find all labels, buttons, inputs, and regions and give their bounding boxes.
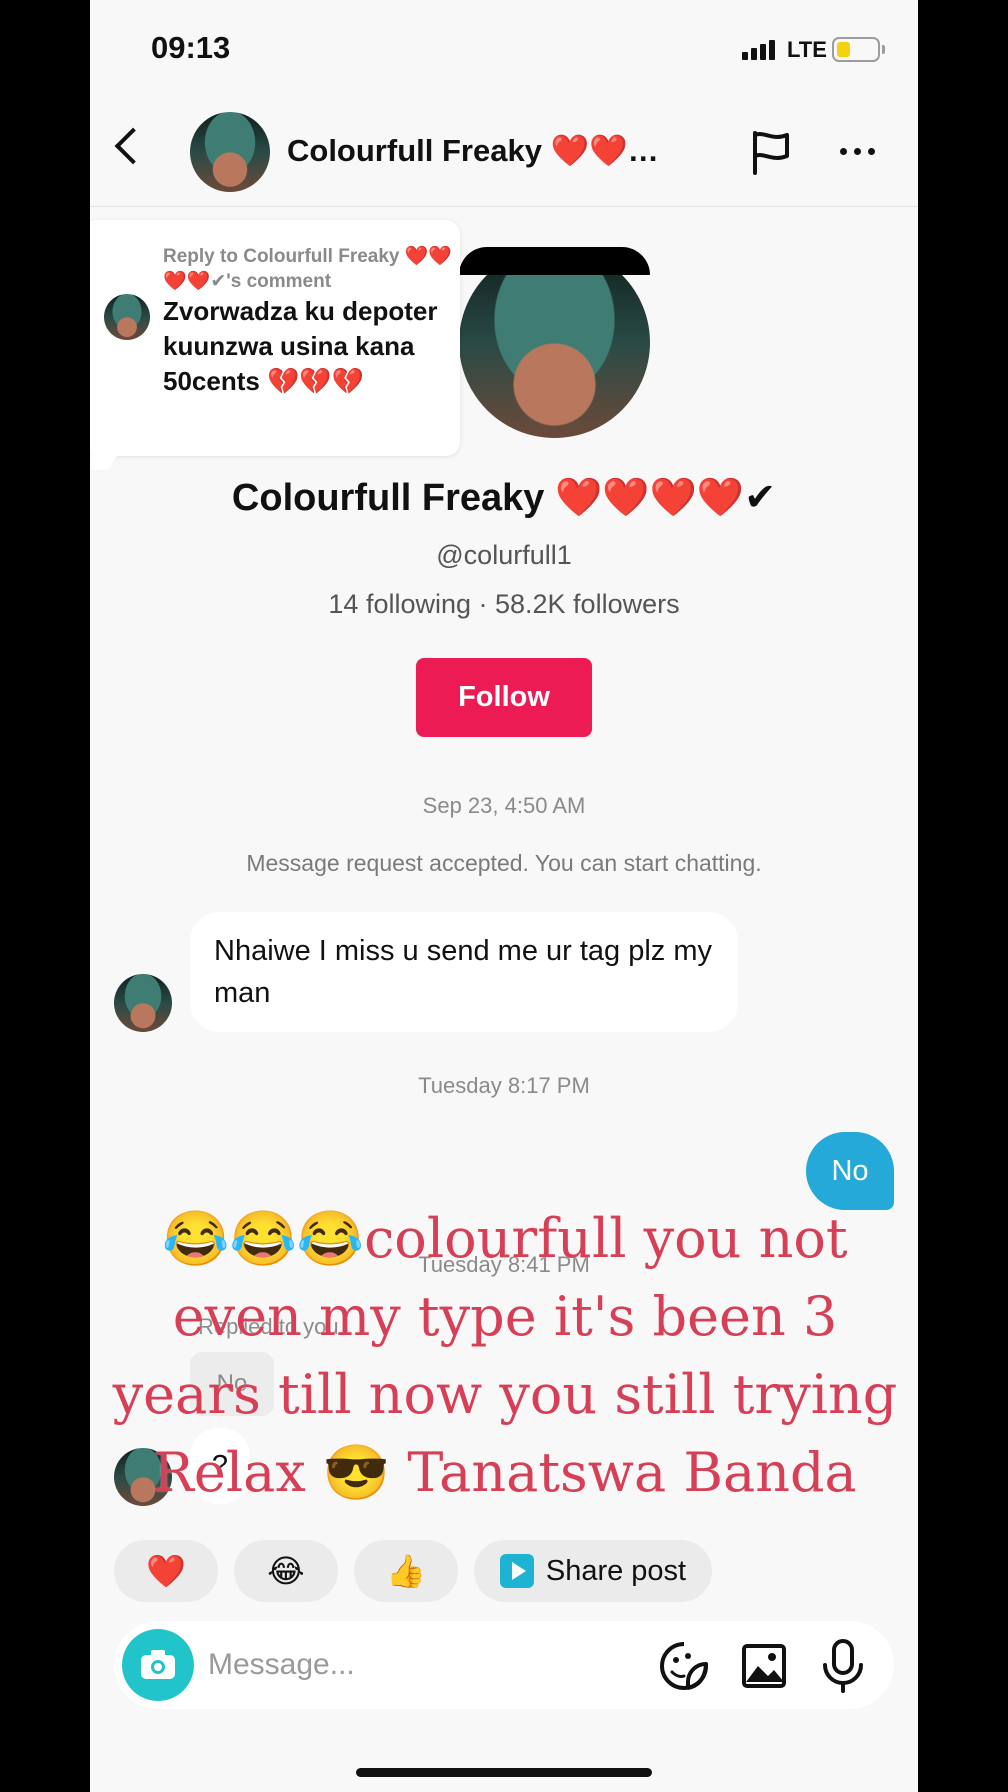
timestamp: Tuesday 8:17 PM bbox=[418, 1073, 590, 1098]
profile-handle: @colurfull1 bbox=[436, 540, 572, 570]
reply-card-avatar bbox=[104, 294, 150, 340]
reply-card-tail bbox=[90, 444, 124, 470]
microphone-icon[interactable] bbox=[820, 1638, 866, 1699]
reply-card-comment: Zvorwadza ku depoter kuunzwa usina kana … bbox=[163, 296, 438, 396]
sender-avatar[interactable] bbox=[114, 974, 172, 1032]
header-avatar[interactable] bbox=[190, 112, 270, 192]
sticker-icon[interactable] bbox=[658, 1640, 710, 1697]
back-button[interactable] bbox=[114, 127, 152, 165]
flag-icon[interactable] bbox=[750, 130, 792, 181]
profile-picture[interactable] bbox=[459, 247, 650, 438]
timestamp: Sep 23, 4:50 AM bbox=[422, 793, 586, 818]
profile-name: Colourfull Freaky ❤️❤️❤️❤️✔ bbox=[231, 477, 777, 519]
reaction-heart-button[interactable]: ❤️ bbox=[114, 1540, 218, 1602]
camera-button[interactable] bbox=[122, 1629, 194, 1701]
follow-button[interactable]: Follow bbox=[416, 658, 592, 737]
message-input[interactable] bbox=[208, 1639, 508, 1691]
outgoing-message[interactable]: No bbox=[806, 1132, 894, 1210]
more-icon[interactable] bbox=[840, 148, 875, 155]
play-icon bbox=[499, 1554, 534, 1588]
share-post-button[interactable]: Share post bbox=[474, 1540, 712, 1602]
reaction-laugh-button[interactable]: 😂 bbox=[234, 1540, 338, 1602]
reaction-thumbs-up-button[interactable]: 👍 bbox=[354, 1540, 458, 1602]
reply-card-meta: Reply to Colourfull Freaky ❤️❤️❤️❤️✔'s c… bbox=[163, 246, 453, 292]
overlay-caption: 😂😂😂colourfull you not even my type it's … bbox=[112, 1207, 898, 1504]
profile-stats: 14 following · 58.2K followers bbox=[328, 589, 680, 619]
network-label: LTE bbox=[787, 37, 827, 62]
camera-icon bbox=[141, 1650, 175, 1679]
image-icon[interactable] bbox=[740, 1642, 788, 1695]
signal-icon bbox=[742, 40, 775, 60]
incoming-message[interactable]: Nhaiwe I miss u send me ur tag plz my ma… bbox=[190, 912, 738, 1032]
battery-icon bbox=[832, 37, 880, 62]
system-message: Message request accepted. You can start … bbox=[246, 850, 762, 876]
profile-picture-shade bbox=[459, 247, 650, 275]
header-divider bbox=[90, 206, 918, 207]
dm-screen: 09:13 LTE Colourfull Freaky ❤️❤️❤️❤️✔ Re… bbox=[90, 0, 918, 1792]
battery-tip bbox=[882, 45, 885, 54]
share-post-label: Share post bbox=[545, 1554, 687, 1587]
status-time: 09:13 bbox=[151, 30, 231, 65]
home-indicator[interactable] bbox=[356, 1768, 652, 1777]
chat-title[interactable]: Colourfull Freaky ❤️❤️❤️❤️✔ bbox=[287, 132, 687, 169]
